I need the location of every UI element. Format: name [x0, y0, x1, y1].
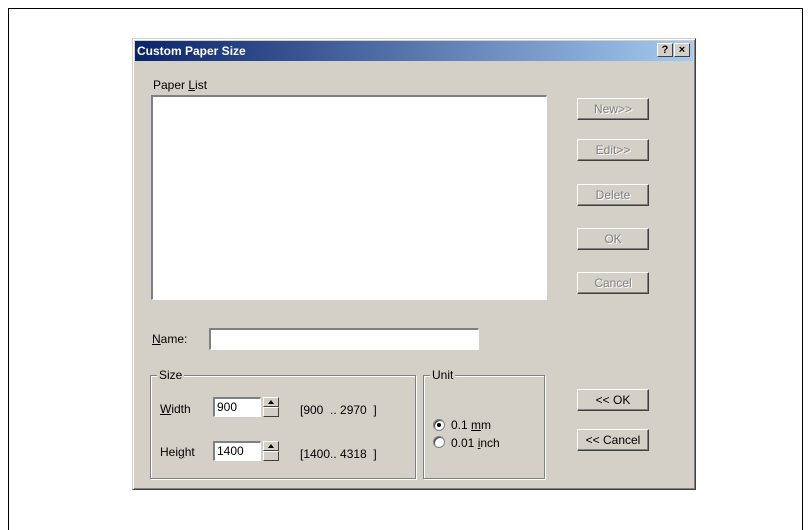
unit-mm-radio[interactable]	[433, 419, 445, 431]
height-spin-up-icon[interactable]	[263, 441, 279, 451]
window-title: Custom Paper Size	[137, 44, 246, 58]
unit-inch-text: 0.01	[451, 436, 478, 450]
close-button[interactable]: ×	[674, 43, 690, 57]
unit-mm-accel: m	[471, 418, 482, 432]
size-group: Size	[150, 368, 416, 479]
name-label-accel: N	[152, 332, 161, 346]
unit-inch-text-end: nch	[480, 436, 500, 450]
height-label-text-end: ht	[184, 445, 195, 459]
width-spin-up-icon[interactable]	[263, 397, 279, 407]
unit-inch-label[interactable]: 0.01 inch	[451, 436, 500, 450]
unit-group-title: Unit	[430, 368, 456, 382]
paper-list-label-text: Paper	[153, 78, 189, 92]
unit-inch-radio[interactable]	[433, 436, 445, 448]
close-ok-button[interactable]: << OK	[577, 389, 649, 411]
custom-paper-size-dialog: Custom Paper Size ? × Paper List New>> E…	[132, 38, 696, 490]
width-spinner[interactable]	[263, 397, 279, 417]
height-input[interactable]: 1400	[213, 441, 261, 461]
unit-mm-text: 0.1	[451, 418, 472, 432]
height-label-text: Hei	[160, 445, 179, 459]
help-button[interactable]: ?	[657, 43, 673, 57]
height-spin-down-icon[interactable]	[263, 451, 279, 461]
edit-button[interactable]: Edit>>	[577, 139, 649, 161]
paper-list-box[interactable]	[151, 95, 547, 300]
ok-button[interactable]: OK	[577, 228, 649, 250]
paper-list-label-text-end: ist	[195, 78, 208, 92]
name-label-text: ame:	[160, 332, 188, 346]
new-button[interactable]: New>>	[577, 98, 649, 120]
height-spinner[interactable]	[263, 441, 279, 461]
name-input[interactable]	[209, 328, 479, 350]
delete-button[interactable]: Delete	[577, 184, 649, 206]
width-label-accel: W	[160, 402, 172, 416]
cancel-button[interactable]: Cancel	[577, 272, 649, 294]
width-label-text: idth	[171, 402, 191, 416]
height-label: Height	[160, 445, 195, 459]
close-cancel-button[interactable]: << Cancel	[577, 429, 649, 451]
width-range: [900 .. 2970 ]	[300, 403, 377, 417]
unit-mm-label[interactable]: 0.1 mm	[451, 418, 491, 432]
width-label: Width	[160, 402, 191, 416]
height-range: [1400.. 4318 ]	[300, 447, 377, 461]
width-spin-down-icon[interactable]	[263, 407, 279, 417]
unit-mm-text-end: m	[481, 418, 492, 432]
width-input[interactable]: 900	[213, 397, 261, 417]
height-label-accel: g	[178, 445, 185, 459]
size-group-title: Size	[157, 368, 185, 382]
paper-list-label: Paper List	[153, 78, 207, 92]
title-bar[interactable]: Custom Paper Size ? ×	[135, 41, 693, 61]
name-label: Name:	[152, 332, 187, 346]
